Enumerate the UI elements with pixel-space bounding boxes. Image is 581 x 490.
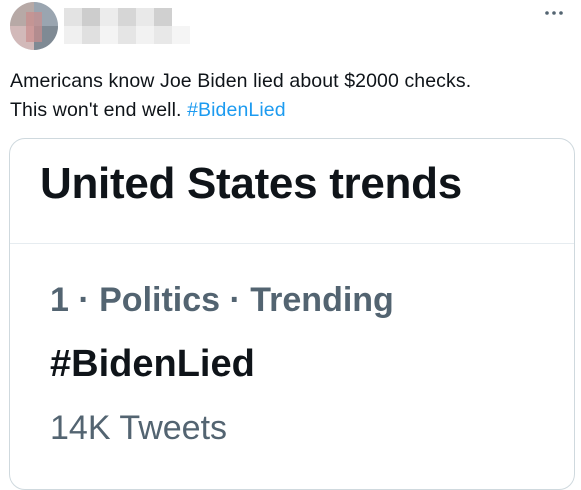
blurred-user-name[interactable]	[64, 4, 194, 44]
trend-name: #BidenLied	[50, 343, 255, 385]
trends-image-card[interactable]: United States trends 1 · Politics · Tren…	[9, 138, 575, 490]
hashtag-link[interactable]: #BidenLied	[187, 99, 286, 121]
tweet-text-line-2: This won't end well. #BidenLied	[10, 96, 570, 125]
card-title: United States trends	[40, 159, 462, 208]
avatar[interactable]	[10, 2, 58, 50]
trend-tweet-count: 14K Tweets	[50, 409, 228, 447]
tweet-text-line-2-text: This won't end well.	[10, 99, 188, 121]
more-options-icon[interactable]	[543, 6, 565, 20]
tweet-text: Americans know Joe Biden lied about $200…	[10, 67, 570, 125]
trend-meta: 1 · Politics · Trending	[50, 281, 394, 319]
tweet: Americans know Joe Biden lied about $200…	[0, 0, 581, 490]
card-divider	[10, 243, 574, 244]
tweet-text-line-1: Americans know Joe Biden lied about $200…	[10, 70, 472, 92]
